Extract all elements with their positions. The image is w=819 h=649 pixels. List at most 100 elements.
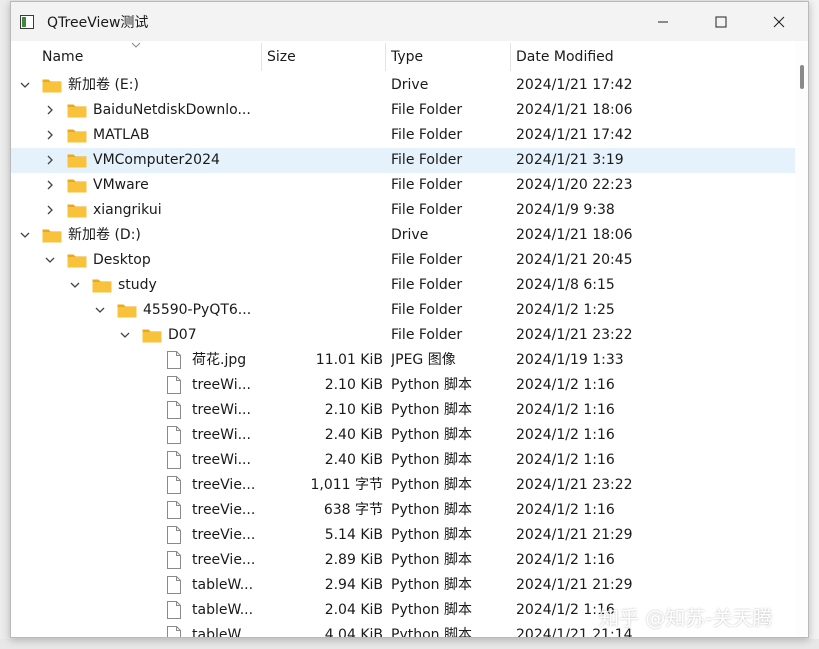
tree-row[interactable]: treeWi... 2.40 KiB Python 脚本 2024/1/2 1:16	[11, 448, 795, 473]
row-type: File Folder	[391, 127, 463, 143]
chevron-down-icon[interactable]	[70, 280, 80, 290]
row-date: 2024/1/2 1:25	[516, 302, 615, 318]
background-desktop	[809, 0, 819, 649]
title-bar[interactable]: QTreeView测试	[11, 2, 808, 41]
vertical-scrollbar[interactable]	[795, 41, 808, 637]
row-date: 2024/1/21 21:29	[516, 577, 633, 593]
tree-row[interactable]: treeVie... 2.89 KiB Python 脚本 2024/1/2 1:16	[11, 548, 795, 573]
row-size: 2.10 KiB	[324, 377, 383, 393]
row-size: 2.04 KiB	[324, 602, 383, 618]
chevron-right-icon[interactable]	[45, 130, 55, 140]
row-date: 2024/1/21 20:45	[516, 252, 633, 268]
chevron-right-icon[interactable]	[45, 180, 55, 190]
tree-row[interactable]: treeWi... 2.40 KiB Python 脚本 2024/1/2 1:16	[11, 423, 795, 448]
row-name: treeWi...	[192, 452, 251, 468]
row-type: Drive	[391, 227, 429, 243]
row-size	[261, 198, 383, 223]
row-name: VMComputer2024	[93, 152, 220, 168]
minimize-button[interactable]	[634, 2, 692, 41]
row-date: 2024/1/21 23:22	[516, 477, 633, 493]
maximize-icon	[715, 16, 727, 27]
row-name: D07	[168, 327, 197, 343]
chevron-down-icon[interactable]	[95, 305, 105, 315]
row-date: 2024/1/2 1:16	[516, 502, 615, 518]
row-name: MATLAB	[93, 127, 150, 143]
column-header-type[interactable]: Type	[385, 41, 510, 71]
chevron-right-icon[interactable]	[45, 155, 55, 165]
chevron-down-icon[interactable]	[120, 330, 130, 340]
file-icon	[167, 526, 181, 544]
tree-row[interactable]: VMComputer2024 File Folder 2024/1/21 3:19	[11, 148, 795, 173]
background-desktop-bottom	[0, 639, 819, 649]
tree-row[interactable]: VMware File Folder 2024/1/20 22:23	[11, 173, 795, 198]
tree-row[interactable]: treeVie... 5.14 KiB Python 脚本 2024/1/21 21:…	[11, 523, 795, 548]
tree-row[interactable]: study File Folder 2024/1/8 6:15	[11, 273, 795, 298]
row-name: tableW...	[192, 627, 254, 638]
row-date: 2024/1/2 1:16	[516, 402, 615, 418]
folder-icon	[67, 104, 87, 118]
chevron-right-icon[interactable]	[45, 105, 55, 115]
row-type: File Folder	[391, 327, 463, 343]
tree-row[interactable]: MATLAB File Folder 2024/1/21 17:42	[11, 123, 795, 148]
scrollbar-thumb[interactable]	[800, 65, 804, 89]
folder-icon	[42, 79, 62, 93]
column-header-date[interactable]: Date Modified	[510, 41, 795, 71]
row-type: Python 脚本	[391, 552, 472, 568]
close-button[interactable]	[750, 2, 808, 41]
row-name: 45590-PyQT6...	[143, 302, 252, 318]
tree-row[interactable]: treeVie... 638 字节 Python 脚本 2024/1/2 1:16	[11, 498, 795, 523]
tree-row[interactable]: Desktop File Folder 2024/1/21 20:45	[11, 248, 795, 273]
window-title: QTreeView测试	[47, 15, 149, 31]
tree-row[interactable]: 新加卷 (E:) Drive 2024/1/21 17:42	[11, 73, 795, 98]
row-size	[261, 148, 383, 173]
tree-row[interactable]: D07 File Folder 2024/1/21 23:22	[11, 323, 795, 348]
row-size	[261, 73, 383, 98]
row-name: treeVie...	[192, 527, 256, 543]
folder-icon	[42, 229, 62, 243]
tree-row[interactable]: xiangrikui File Folder 2024/1/9 9:38	[11, 198, 795, 223]
column-header-size[interactable]: Size	[261, 41, 385, 71]
tree-view[interactable]: 新加卷 (E:) Drive 2024/1/21 17:42 BaiduNetdisk…	[11, 71, 795, 638]
tree-row[interactable]: tableW... 2.94 KiB Python 脚本 2024/1/21 21:2…	[11, 573, 795, 598]
row-name: VMware	[93, 177, 149, 193]
tree-row[interactable]: treeWi... 2.10 KiB Python 脚本 2024/1/2 1:16	[11, 373, 795, 398]
tree-row[interactable]: 45590-PyQT6... File Folder 2024/1/2 1:25	[11, 298, 795, 323]
row-type: Python 脚本	[391, 502, 472, 518]
folder-icon	[67, 254, 87, 268]
chevron-right-icon[interactable]	[45, 205, 55, 215]
row-date: 2024/1/19 1:33	[516, 352, 624, 368]
tree-row[interactable]: treeVie... 1,011 字节 Python 脚本 2024/1/21 23:…	[11, 473, 795, 498]
row-date: 2024/1/2 1:16	[516, 427, 615, 443]
file-icon	[167, 451, 181, 469]
row-size	[261, 248, 383, 273]
chevron-down-icon[interactable]	[20, 80, 30, 90]
row-size	[261, 298, 383, 323]
tree-row[interactable]: BaiduNetdiskDownlo... File Folder 2024/1/2…	[11, 98, 795, 123]
tree-row[interactable]: 荷花.jpg 11.01 KiB JPEG 图像 2024/1/19 1:33	[11, 348, 795, 373]
tree-row[interactable]: treeWi... 2.10 KiB Python 脚本 2024/1/2 1:16	[11, 398, 795, 423]
maximize-button[interactable]	[692, 2, 750, 41]
row-size: 4.04 KiB	[324, 627, 383, 638]
minimize-icon	[658, 21, 668, 22]
tree-row[interactable]: 新加卷 (D:) Drive 2024/1/21 18:06	[11, 223, 795, 248]
row-date: 2024/1/21 18:06	[516, 227, 633, 243]
file-icon	[167, 376, 181, 394]
file-icon	[167, 576, 181, 594]
row-size	[261, 273, 383, 298]
row-size: 2.10 KiB	[324, 402, 383, 418]
row-type: Python 脚本	[391, 527, 472, 543]
row-size: 2.40 KiB	[324, 427, 383, 443]
row-type: Python 脚本	[391, 477, 472, 493]
row-date: 2024/1/2 1:16	[516, 377, 615, 393]
chevron-down-icon[interactable]	[45, 255, 55, 265]
file-icon	[167, 501, 181, 519]
row-type: Python 脚本	[391, 452, 472, 468]
row-size: 5.14 KiB	[324, 527, 383, 543]
tree-header: Name Size Type Date Modified	[11, 41, 795, 71]
chevron-down-icon[interactable]	[20, 230, 30, 240]
row-name: tableW...	[192, 577, 254, 593]
row-type: File Folder	[391, 252, 463, 268]
row-type: File Folder	[391, 202, 463, 218]
column-header-name[interactable]: Name	[36, 41, 261, 71]
row-date: 2024/1/21 3:19	[516, 152, 624, 168]
